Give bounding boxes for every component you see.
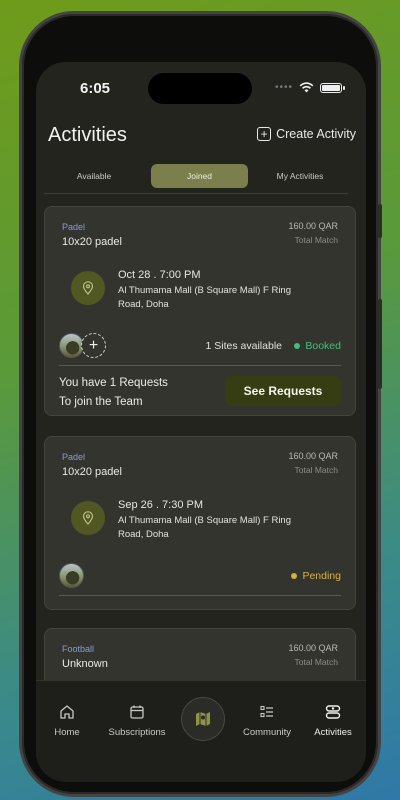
map-icon [196,712,210,726]
tab-joined[interactable]: Joined [151,164,248,188]
nav-label: Home [54,727,80,738]
card-divider [59,595,341,596]
sport-label: Padel [62,452,86,462]
price-label: Total Match [294,465,338,475]
page-title: Activities [48,124,127,146]
battery-icon [320,82,345,93]
bottom-nav: Home Subscriptions Community Activities [36,680,366,782]
activity-title: Unknown [62,658,108,670]
activity-address: Al Thumama Mall (B Square Mall) F Ring R… [118,285,291,310]
requests-line-1: You have 1 Requests [59,377,168,389]
status-dot [291,573,298,579]
status-bar: 6:05 •••• [36,62,366,112]
sites-available: 1 Sites available [205,340,282,352]
nav-subscriptions[interactable]: Subscriptions [102,703,172,738]
status-dot [294,343,301,349]
app-screen: 6:05 •••• Activities + Create Activity A… [36,62,366,782]
price-label: Total Match [294,657,338,667]
status-badge: Pending [291,570,341,582]
plus-icon: + [257,127,272,141]
activity-title: 10x20 padel [62,466,122,478]
nav-activities[interactable]: Activities [298,703,366,738]
power-button [378,299,382,389]
requests-text: You have 1 Requests To join the Team [59,374,168,412]
list-icon [260,705,273,718]
tab-my-activities[interactable]: My Activities [260,164,340,188]
volume-button [378,204,382,238]
location-pin-icon [71,501,105,535]
dynamic-island [148,73,252,104]
nav-label: Activities [314,727,352,738]
nav-label: Community [242,727,292,738]
status-badge: Booked [294,340,341,352]
tab-available[interactable]: Available [54,164,134,188]
activities-icon [325,705,341,719]
activity-title: 10x20 padel [62,236,122,248]
status-time: 6:05 [80,80,111,97]
map-button[interactable] [181,697,225,741]
location-pin-icon [71,271,105,305]
see-requests-button[interactable]: See Requests [225,376,341,406]
page-header: Activities + Create Activity [48,124,356,156]
nav-home[interactable]: Home [36,703,102,738]
price: 160.00 QAR [288,643,338,653]
status-icons: •••• [274,82,345,93]
activity-datetime: Sep 26 . 7:30 PM [118,499,203,511]
home-icon [60,705,74,719]
activity-address: Al Thumama Mall (B Square Mall) F Ring R… [118,515,291,540]
signal-icon: •••• [274,82,293,93]
activity-card[interactable]: Padel 10x20 padel 160.00 QAR Total Match… [44,206,356,416]
create-activity-label: Create Activity [276,127,356,141]
card-divider [59,365,341,366]
create-activity-button[interactable]: + Create Activity [257,127,356,141]
price-label: Total Match [294,235,338,245]
calendar-icon [130,705,144,719]
price: 160.00 QAR [288,221,338,231]
requests-line-2: To join the Team [59,396,143,408]
price: 160.00 QAR [288,451,338,461]
activity-card[interactable]: Padel 10x20 padel 160.00 QAR Total Match… [44,436,356,610]
avatar [59,563,84,588]
activity-tabs: Available Joined My Activities [44,164,348,194]
status-text: Booked [305,340,341,352]
sport-label: Padel [62,222,86,232]
sport-label: Football [62,644,95,654]
wifi-icon [299,82,314,93]
activity-datetime: Oct 28 . 7:00 PM [118,269,201,281]
nav-label: Subscriptions [108,727,166,738]
add-player-button[interactable]: + [81,333,106,358]
nav-community[interactable]: Community [232,703,302,738]
status-text: Pending [302,570,341,582]
